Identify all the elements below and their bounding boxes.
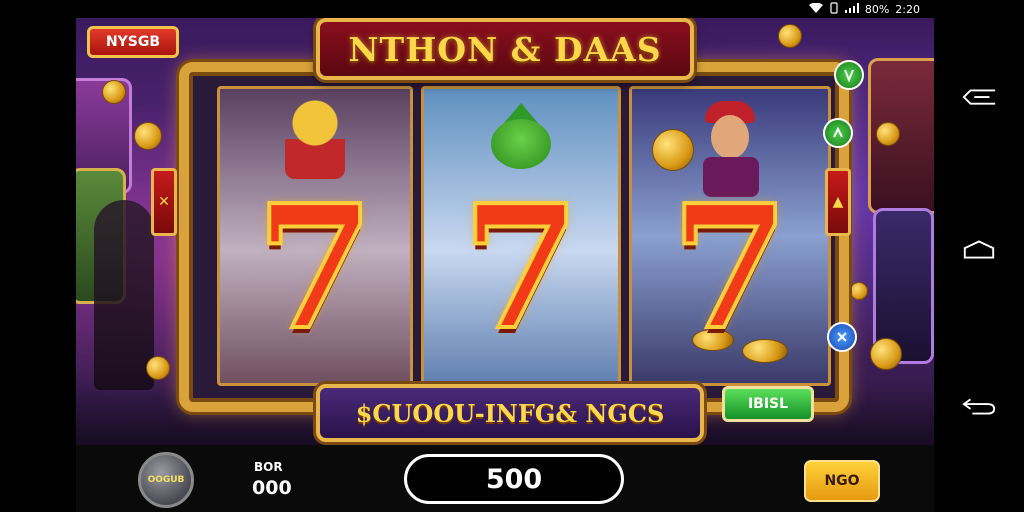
game-view[interactable]: NYSGB 7 7 7 ✕ ▲ NTHON & DAAS $CUOOU-INFG… (76, 18, 934, 445)
seven-symbol: 7 (460, 168, 582, 368)
background-player-silhouette (94, 200, 154, 390)
coin-stack-icon (652, 129, 694, 171)
promo-text: $CUOOU-INFG& NGCS (355, 398, 665, 428)
navigation-bar (934, 0, 1024, 512)
golden-idol-character (285, 99, 345, 179)
flying-coin-icon (870, 338, 902, 370)
signal-icon (844, 2, 859, 16)
side-green-button[interactable] (834, 60, 864, 90)
promo-banner[interactable]: $CUOOU-INFG& NGCS (316, 384, 704, 442)
bet-label: BOR (254, 460, 283, 474)
seven-symbol: 7 (669, 168, 791, 368)
vibrate-icon (829, 1, 839, 17)
wifi-icon (808, 2, 823, 16)
bet-value: 000 (252, 477, 292, 499)
left-payline-marker: ✕ (151, 168, 177, 236)
coin-label: OOGUB (147, 475, 185, 485)
seven-symbol: 7 (254, 168, 376, 368)
info-button[interactable] (827, 322, 857, 352)
battery-percent: 80% (864, 2, 890, 16)
top-left-badge[interactable]: NYSGB (87, 26, 179, 58)
flying-coin-icon (876, 122, 900, 146)
side-green-button-2[interactable] (823, 118, 853, 148)
green-action-button[interactable]: IBISL (722, 386, 814, 422)
right-payline-marker: ▲ (825, 168, 851, 236)
flying-coin-icon (778, 24, 802, 48)
reels-frame: 7 7 7 (179, 62, 849, 412)
game-title-banner: NTHON & DAAS (316, 18, 694, 80)
spin-button[interactable]: NGO (804, 460, 880, 502)
game-title: NTHON & DAAS (348, 29, 662, 69)
back-icon[interactable] (961, 394, 997, 418)
flying-coin-icon (102, 80, 126, 104)
reel-3[interactable]: 7 (629, 86, 831, 386)
green-mouse-character (481, 103, 561, 173)
status-bar: 80% 2:20 (76, 0, 934, 18)
clock: 2:20 (895, 2, 920, 16)
control-bar: OOGUB BOR 000 500 NGO (76, 445, 934, 512)
reel-1[interactable]: 7 (217, 86, 413, 386)
amount-display[interactable]: 500 (404, 454, 624, 504)
recent-apps-icon[interactable] (961, 86, 997, 110)
flying-coin-icon (850, 282, 868, 300)
coin-balance-icon[interactable]: OOGUB (138, 452, 194, 508)
flying-coin-icon (146, 356, 170, 380)
home-icon[interactable] (961, 238, 997, 262)
reel-2[interactable]: 7 (421, 86, 621, 386)
flying-coin-icon (134, 122, 162, 150)
